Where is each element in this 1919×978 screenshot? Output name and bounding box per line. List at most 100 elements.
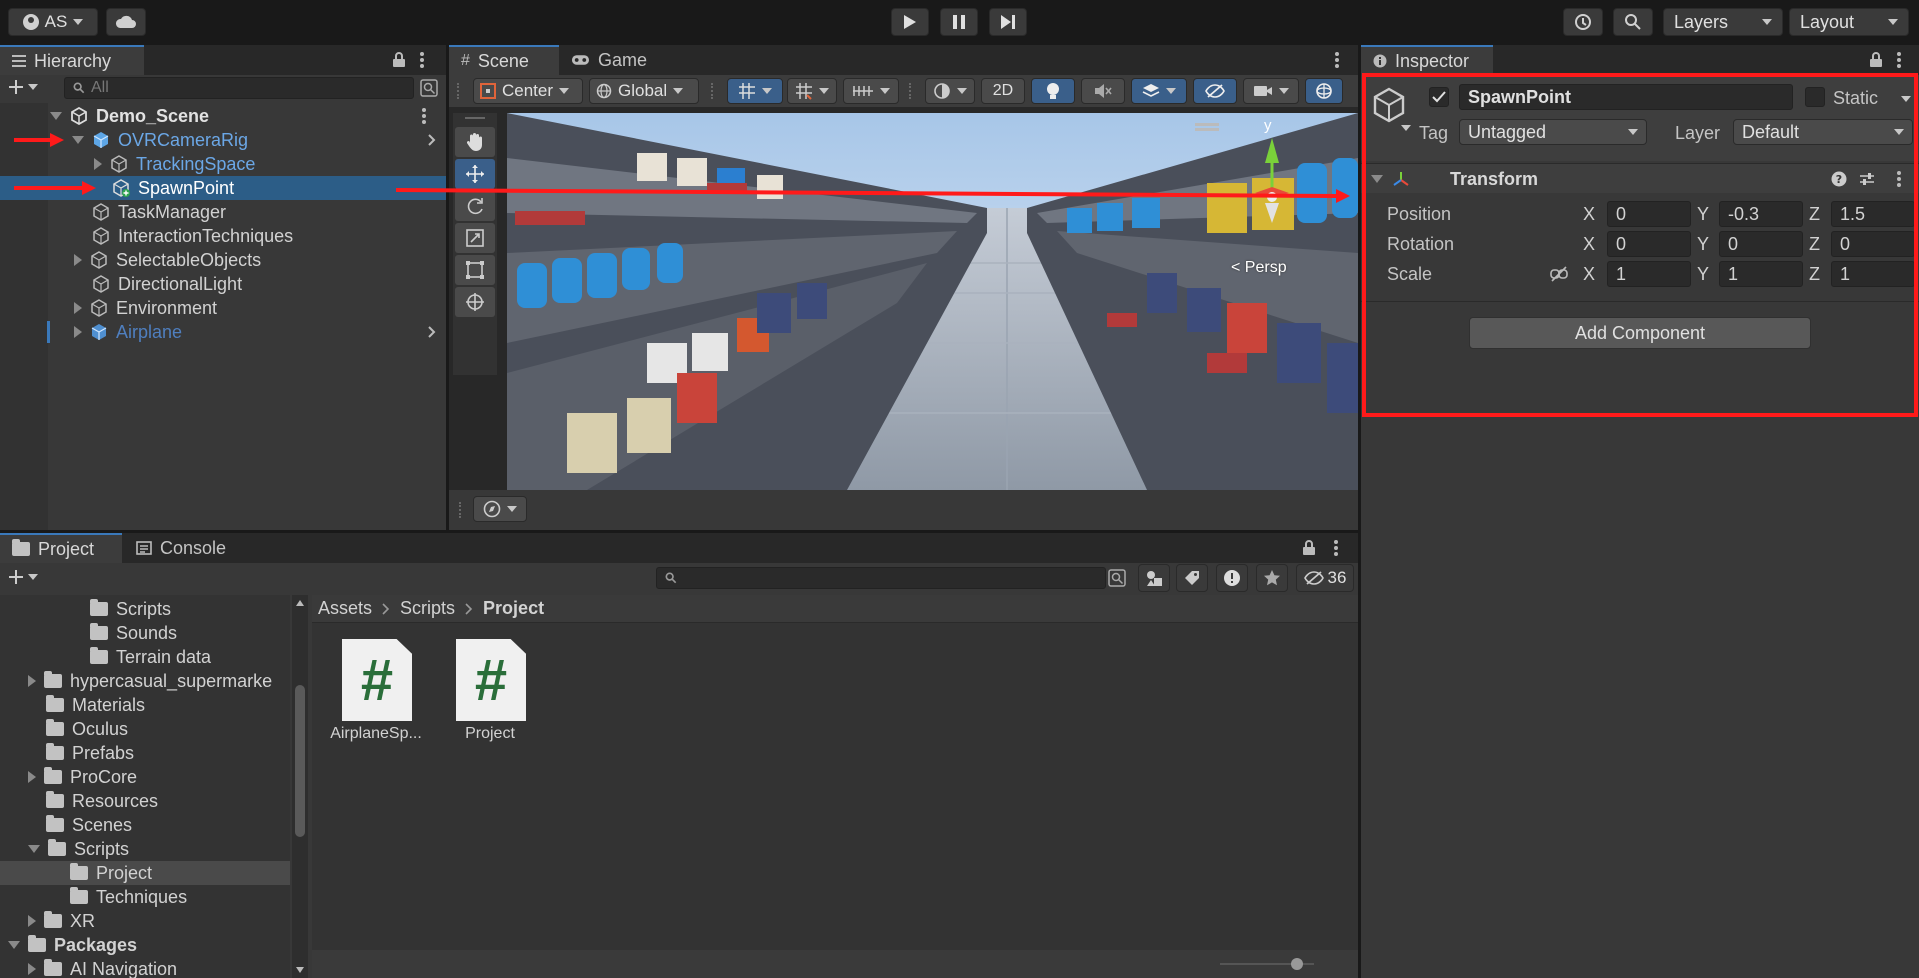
hidden-objects-toggle[interactable] — [1193, 78, 1237, 104]
tree-item[interactable]: AI Navigation — [0, 957, 290, 978]
asset-tile[interactable]: # AirplaneSp... — [326, 635, 426, 745]
scale-tool[interactable] — [455, 223, 495, 253]
search-options-icon[interactable] — [420, 79, 438, 97]
tab-console[interactable]: Console — [124, 533, 254, 563]
account-dropdown[interactable]: AS — [8, 8, 98, 36]
hierarchy-item-selected[interactable]: SpawnPoint — [0, 176, 446, 200]
kebab-menu-icon[interactable] — [422, 108, 426, 124]
tree-item[interactable]: Materials — [0, 693, 290, 717]
hierarchy-item[interactable]: Airplane — [0, 320, 446, 344]
grid-snap-toggle[interactable] — [727, 78, 783, 104]
layers-dropdown[interactable]: Layers — [1663, 8, 1783, 36]
tree-item[interactable]: Packages — [0, 933, 290, 957]
position-z-field[interactable]: 1.5 — [1831, 201, 1915, 227]
rect-tool[interactable] — [455, 255, 495, 285]
breadcrumb-assets[interactable]: Assets — [318, 598, 372, 619]
tree-item[interactable]: hypercasual_supermarke — [0, 669, 290, 693]
scale-x-field[interactable]: 1 — [1607, 261, 1691, 287]
transform-tool[interactable] — [455, 287, 495, 317]
tab-scene[interactable]: # Scene — [449, 45, 559, 75]
static-checkbox[interactable] — [1805, 87, 1825, 107]
breadcrumb-scripts[interactable]: Scripts — [400, 598, 455, 619]
tree-item[interactable]: XR — [0, 909, 290, 933]
chevron-right-icon[interactable] — [428, 134, 436, 146]
audio-toggle[interactable] — [1081, 78, 1125, 104]
scale-z-field[interactable]: 1 — [1831, 261, 1915, 287]
effects-dropdown[interactable] — [1131, 78, 1187, 104]
hierarchy-item[interactable]: DirectionalLight — [0, 272, 446, 296]
tree-scrollbar[interactable] — [292, 595, 308, 978]
layout-dropdown[interactable]: Layout — [1789, 8, 1909, 36]
grid-visibility-toggle[interactable] — [843, 78, 899, 104]
hierarchy-item[interactable]: TaskManager — [0, 200, 446, 224]
play-button[interactable] — [891, 8, 929, 36]
axis-z-label[interactable]: Z — [1809, 234, 1820, 255]
history-button[interactable] — [1563, 8, 1603, 36]
transform-header[interactable]: Transform ? — [1361, 163, 1919, 193]
create-asset-dropdown[interactable] — [8, 569, 38, 585]
tab-game[interactable]: Game — [559, 45, 659, 75]
icon-picker-arrow-icon[interactable] — [1401, 125, 1411, 131]
axis-x-label[interactable]: X — [1583, 234, 1595, 255]
active-checkbox[interactable] — [1429, 87, 1449, 107]
tree-item[interactable]: Resources — [0, 789, 290, 813]
object-name-input[interactable]: SpawnPoint — [1459, 84, 1793, 110]
kebab-menu-icon[interactable] — [1897, 52, 1901, 68]
tree-item-selected[interactable]: Project — [0, 861, 290, 885]
axis-y-label[interactable]: Y — [1697, 234, 1709, 255]
scene-viewport[interactable]: y < Persp — [507, 113, 1358, 490]
cloud-button[interactable] — [106, 8, 146, 36]
tree-item[interactable]: Scripts — [0, 837, 290, 861]
axis-x-label[interactable]: X — [1583, 264, 1595, 285]
tree-item[interactable]: Scripts — [0, 597, 290, 621]
scroll-down-icon[interactable] — [295, 966, 305, 974]
search-options-icon[interactable] — [1108, 569, 1126, 587]
tree-item[interactable]: Scenes — [0, 813, 290, 837]
chevron-right-icon[interactable] — [428, 326, 436, 338]
tree-item[interactable]: Sounds — [0, 621, 290, 645]
presets-sliders-icon[interactable] — [1859, 171, 1875, 187]
asset-tile[interactable]: # Project — [440, 635, 540, 745]
tree-item[interactable]: Oculus — [0, 717, 290, 741]
hierarchy-item[interactable]: OVRCameraRig — [0, 128, 446, 152]
create-dropdown[interactable] — [8, 79, 38, 95]
project-search-input[interactable] — [656, 567, 1106, 589]
gizmos-toggle[interactable] — [1305, 78, 1343, 104]
hierarchy-item[interactable]: Environment — [0, 296, 446, 320]
increment-snap-toggle[interactable] — [787, 78, 837, 104]
pivot-center-dropdown[interactable]: Center — [473, 78, 583, 104]
kebab-menu-icon[interactable] — [420, 52, 424, 68]
lock-icon[interactable] — [1302, 540, 1316, 556]
rotation-z-field[interactable]: 0 — [1831, 231, 1915, 257]
lock-icon[interactable] — [392, 52, 406, 68]
kebab-menu-icon[interactable] — [1897, 171, 1901, 187]
perspective-toggle[interactable]: < Persp — [1231, 259, 1287, 277]
scene-row[interactable]: Demo_Scene — [0, 104, 446, 128]
help-icon[interactable]: ? — [1831, 171, 1847, 187]
search-button[interactable] — [1613, 8, 1653, 36]
hierarchy-search-input[interactable]: All — [64, 77, 414, 99]
scale-y-field[interactable]: 1 — [1719, 261, 1803, 287]
search-by-label-button[interactable] — [1176, 564, 1208, 592]
axis-y-label[interactable]: Y — [1697, 204, 1709, 225]
camera-settings-dropdown[interactable] — [1243, 78, 1299, 104]
step-button[interactable] — [989, 8, 1027, 36]
tab-hierarchy[interactable]: Hierarchy — [0, 45, 144, 75]
tree-item[interactable]: Techniques — [0, 885, 290, 909]
scroll-up-icon[interactable] — [295, 599, 305, 607]
favorites-button[interactable] — [1256, 564, 1288, 592]
search-by-type-button[interactable] — [1138, 564, 1170, 592]
axis-z-label[interactable]: Z — [1809, 204, 1820, 225]
shading-mode-dropdown[interactable] — [925, 78, 975, 104]
hand-tool[interactable] — [455, 127, 495, 157]
unlinked-chain-icon[interactable] — [1549, 265, 1569, 283]
rotation-y-field[interactable]: 0 — [1719, 231, 1803, 257]
tree-item[interactable]: Prefabs — [0, 741, 290, 765]
breadcrumb-project[interactable]: Project — [483, 598, 544, 619]
position-y-field[interactable]: -0.3 — [1719, 201, 1803, 227]
scrollbar-thumb[interactable] — [295, 685, 305, 837]
log-type-filter-button[interactable] — [1216, 564, 1248, 592]
move-tool[interactable] — [455, 159, 495, 189]
hierarchy-item[interactable]: SelectableObjects — [0, 248, 446, 272]
tag-dropdown[interactable]: Untagged — [1459, 119, 1647, 145]
